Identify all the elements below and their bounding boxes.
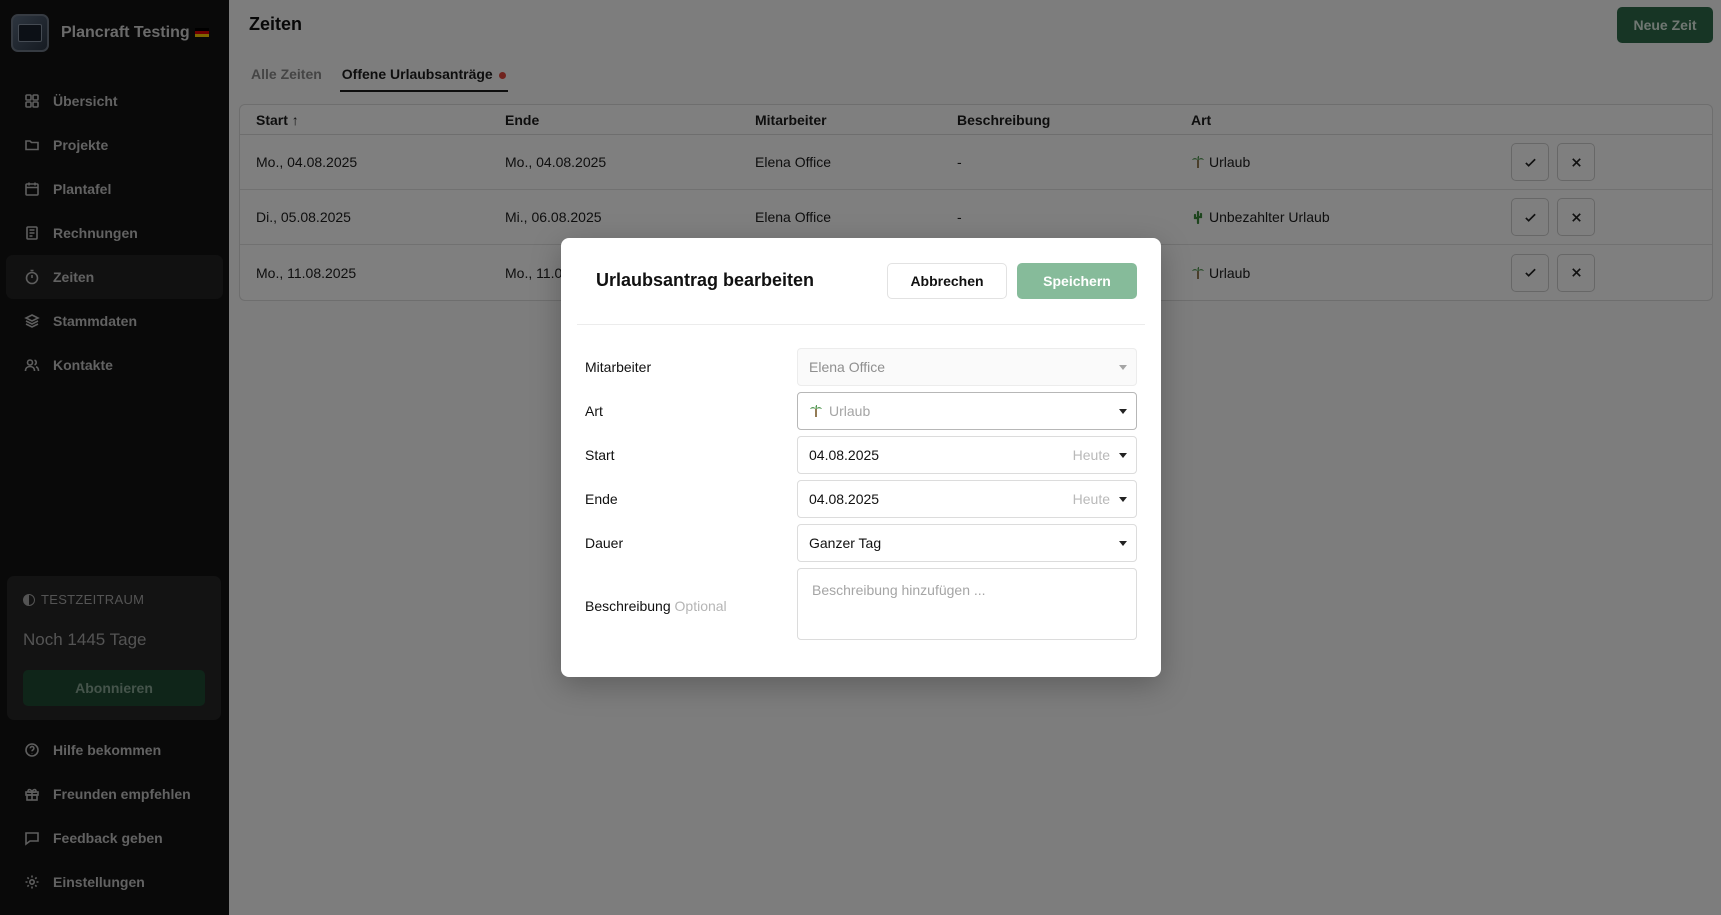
type-select[interactable]: Urlaub	[797, 392, 1137, 430]
end-date-picker[interactable]: 04.08.2025 Heute	[797, 480, 1137, 518]
duration-select[interactable]: Ganzer Tag	[797, 524, 1137, 562]
chevron-down-icon	[1119, 453, 1127, 458]
cancel-button[interactable]: Abbrechen	[887, 263, 1007, 299]
field-beschreibung: Beschreibung Optional Beschreibung hinzu…	[585, 568, 1137, 640]
start-date-picker[interactable]: 04.08.2025 Heute	[797, 436, 1137, 474]
field-label: Beschreibung Optional	[585, 598, 727, 614]
textarea-placeholder: Beschreibung hinzufügen ...	[812, 582, 986, 598]
divider	[577, 324, 1145, 325]
field-label: Mitarbeiter	[585, 359, 652, 375]
date-value: 04.08.2025	[809, 491, 880, 507]
select-value: Urlaub	[829, 403, 871, 419]
today-shortcut[interactable]: Heute	[1073, 491, 1110, 507]
today-shortcut[interactable]: Heute	[1073, 447, 1110, 463]
employee-select: Elena Office	[797, 348, 1137, 386]
field-start: Start 04.08.2025 Heute	[585, 436, 1137, 474]
optional-hint: Optional	[674, 598, 727, 614]
field-label: Dauer	[585, 535, 624, 551]
field-label: Start	[585, 447, 615, 463]
chevron-down-icon	[1119, 497, 1127, 502]
edit-leave-request-dialog: Urlaubsantrag bearbeiten Abbrechen Speic…	[561, 238, 1161, 677]
field-ende: Ende 04.08.2025 Heute	[585, 480, 1137, 518]
field-label: Art	[585, 403, 603, 419]
select-value: Ganzer Tag	[809, 535, 882, 551]
chevron-down-icon	[1119, 365, 1127, 370]
chevron-down-icon	[1119, 541, 1127, 546]
save-button[interactable]: Speichern	[1017, 263, 1137, 299]
field-dauer: Dauer Ganzer Tag	[585, 524, 1137, 562]
field-art: Art Urlaub	[585, 392, 1137, 430]
description-textarea[interactable]: Beschreibung hinzufügen ...	[797, 568, 1137, 640]
field-mitarbeiter: Mitarbeiter Elena Office	[585, 348, 1137, 386]
select-value: Elena Office	[809, 359, 886, 375]
chevron-down-icon	[1119, 409, 1127, 414]
date-value: 04.08.2025	[809, 447, 880, 463]
palm-tree-icon	[810, 405, 822, 417]
dialog-title: Urlaubsantrag bearbeiten	[596, 270, 815, 290]
field-label: Ende	[585, 491, 618, 507]
